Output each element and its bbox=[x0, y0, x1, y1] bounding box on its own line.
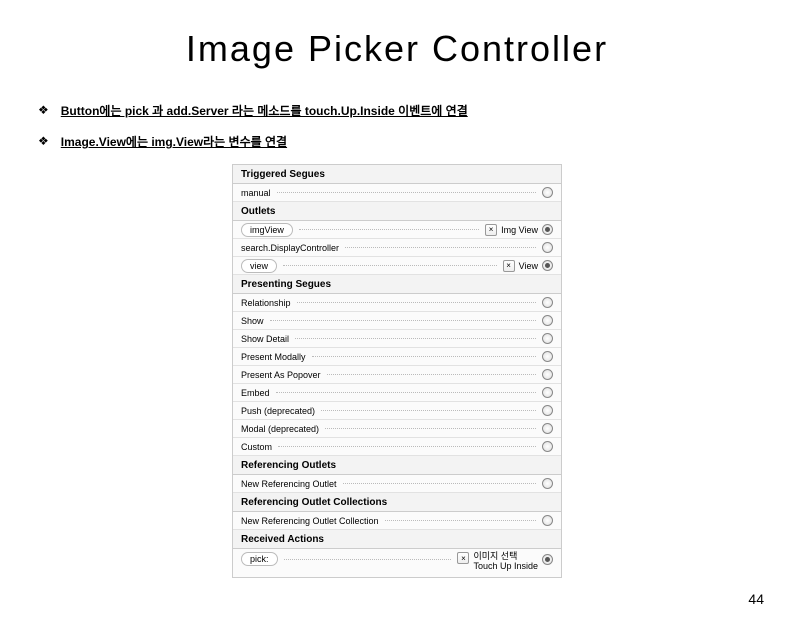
section-referencing-outlets: Referencing Outlets bbox=[233, 456, 561, 475]
row-label: New Referencing Outlet Collection bbox=[241, 516, 379, 526]
section-presenting-segues: Presenting Segues bbox=[233, 275, 561, 294]
row-outlet-view: view × View bbox=[233, 257, 561, 275]
connect-socket-icon[interactable] bbox=[542, 333, 553, 344]
connect-socket-icon[interactable] bbox=[542, 478, 553, 489]
row-label: manual bbox=[241, 188, 271, 198]
row-manual: manual bbox=[233, 184, 561, 202]
bullet-item: ❖ Button에는 pick 과 add.Server 라는 메소드를 tou… bbox=[38, 102, 794, 119]
outlet-name-pill: imgView bbox=[241, 223, 293, 237]
bullet-text: Button에는 pick 과 add.Server 라는 메소드를 touch… bbox=[61, 102, 468, 119]
row-segue: Present Modally bbox=[233, 348, 561, 366]
connect-socket-icon[interactable] bbox=[542, 369, 553, 380]
connect-socket-icon[interactable] bbox=[542, 387, 553, 398]
row-segue: Show bbox=[233, 312, 561, 330]
row-segue: Present As Popover bbox=[233, 366, 561, 384]
row-label: New Referencing Outlet bbox=[241, 479, 337, 489]
bullet-item: ❖ Image.View에는 img.View라는 변수를 연결 bbox=[38, 133, 794, 150]
section-received-actions: Received Actions bbox=[233, 530, 561, 549]
row-label: Custom bbox=[241, 442, 272, 452]
connect-socket-icon[interactable] bbox=[542, 515, 553, 526]
disconnect-button[interactable]: × bbox=[485, 224, 497, 236]
row-label: Embed bbox=[241, 388, 270, 398]
connect-socket-icon[interactable] bbox=[542, 187, 553, 198]
row-segue: Modal (deprecated) bbox=[233, 420, 561, 438]
slide-title: Image Picker Controller bbox=[0, 28, 794, 70]
connect-socket-icon[interactable] bbox=[542, 554, 553, 565]
diamond-bullet-icon: ❖ bbox=[38, 103, 49, 117]
connect-socket-icon[interactable] bbox=[542, 224, 553, 235]
bullet-text: Image.View에는 img.View라는 변수를 연결 bbox=[61, 133, 287, 150]
action-targets: 이미지 선택 Touch Up Inside bbox=[473, 552, 538, 572]
outlet-name-pill: view bbox=[241, 259, 277, 273]
connect-socket-icon[interactable] bbox=[542, 351, 553, 362]
page-number: 44 bbox=[748, 591, 764, 607]
row-segue: Show Detail bbox=[233, 330, 561, 348]
row-outlet-imgview: imgView × Img View bbox=[233, 221, 561, 239]
connect-socket-icon[interactable] bbox=[542, 441, 553, 452]
outlet-target: View bbox=[519, 261, 538, 271]
connections-inspector-panel: Triggered Segues manual Outlets imgView … bbox=[232, 164, 562, 578]
row-new-ref-collection: New Referencing Outlet Collection bbox=[233, 512, 561, 530]
connect-socket-icon[interactable] bbox=[542, 242, 553, 253]
row-label: Show bbox=[241, 316, 264, 326]
disconnect-button[interactable]: × bbox=[457, 552, 469, 564]
row-received-pick: pick: × 이미지 선택 Touch Up Inside bbox=[233, 549, 561, 577]
row-label: Present Modally bbox=[241, 352, 306, 362]
action-name-pill: pick: bbox=[241, 552, 278, 566]
row-label: Modal (deprecated) bbox=[241, 424, 319, 434]
connect-socket-icon[interactable] bbox=[542, 315, 553, 326]
row-segue: Custom bbox=[233, 438, 561, 456]
row-new-ref-outlet: New Referencing Outlet bbox=[233, 475, 561, 493]
outlet-target: Img View bbox=[501, 225, 538, 235]
row-segue: Relationship bbox=[233, 294, 561, 312]
connect-socket-icon[interactable] bbox=[542, 423, 553, 434]
diamond-bullet-icon: ❖ bbox=[38, 134, 49, 148]
section-outlets: Outlets bbox=[233, 202, 561, 221]
bullet-list: ❖ Button에는 pick 과 add.Server 라는 메소드를 tou… bbox=[38, 102, 794, 150]
row-label: Relationship bbox=[241, 298, 291, 308]
connect-socket-icon[interactable] bbox=[542, 405, 553, 416]
connect-socket-icon[interactable] bbox=[542, 260, 553, 271]
action-event-label: Touch Up Inside bbox=[473, 562, 538, 572]
row-label: Show Detail bbox=[241, 334, 289, 344]
row-label: search.DisplayController bbox=[241, 243, 339, 253]
section-triggered-segues: Triggered Segues bbox=[233, 165, 561, 184]
row-outlet-searchdisplay: search.DisplayController bbox=[233, 239, 561, 257]
row-segue: Embed bbox=[233, 384, 561, 402]
row-label: Push (deprecated) bbox=[241, 406, 315, 416]
connect-socket-icon[interactable] bbox=[542, 297, 553, 308]
disconnect-button[interactable]: × bbox=[503, 260, 515, 272]
section-referencing-collections: Referencing Outlet Collections bbox=[233, 493, 561, 512]
row-segue: Push (deprecated) bbox=[233, 402, 561, 420]
row-label: Present As Popover bbox=[241, 370, 321, 380]
